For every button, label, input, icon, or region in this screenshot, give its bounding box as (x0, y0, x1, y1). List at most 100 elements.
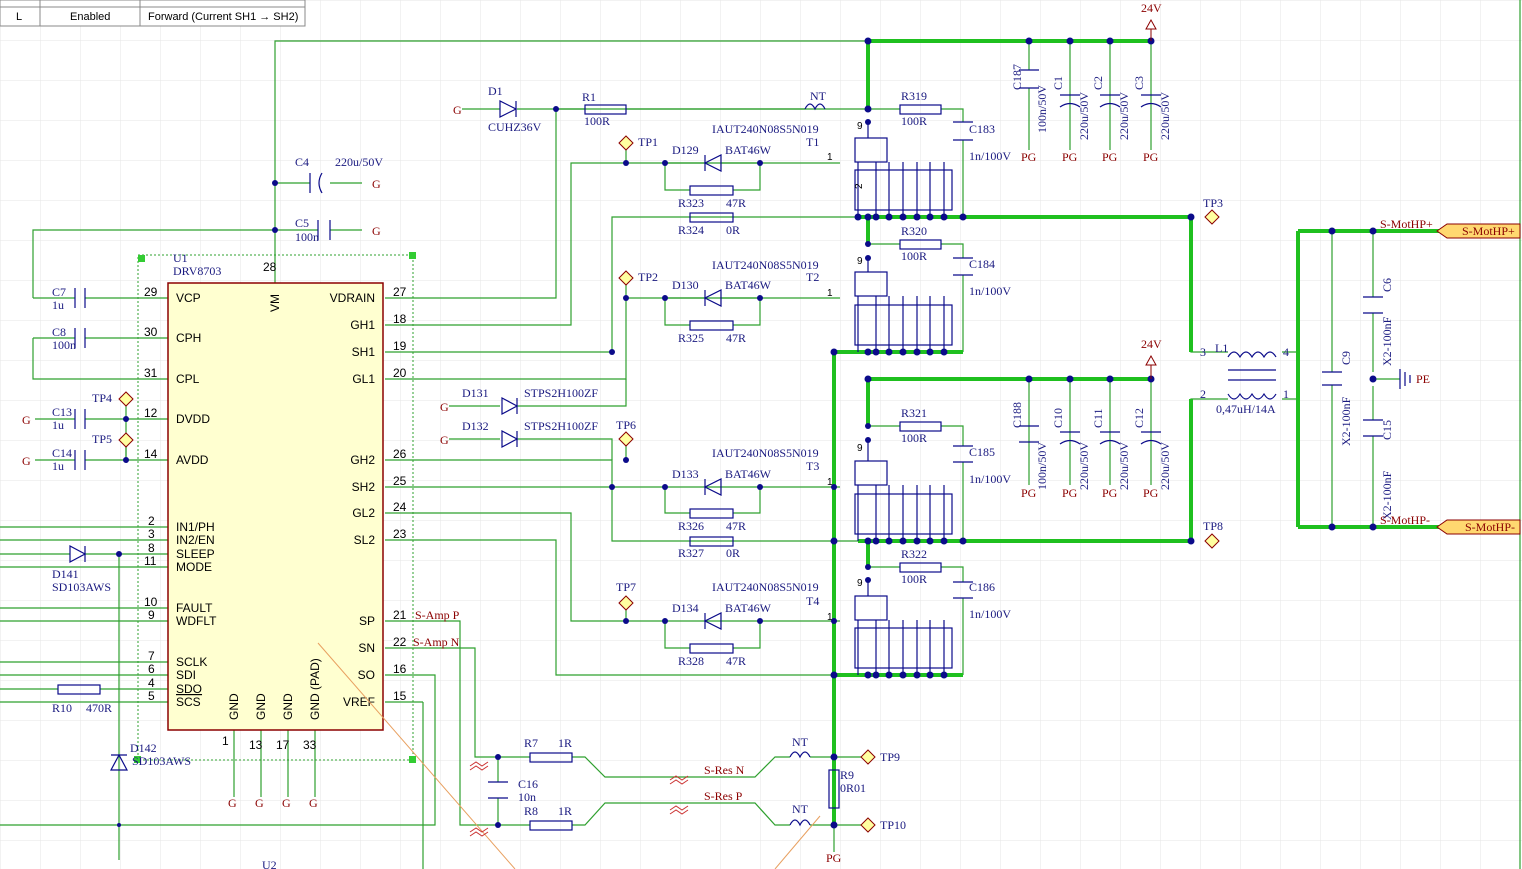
svg-text:C1: C1 (1051, 76, 1065, 90)
svg-text:BAT46W: BAT46W (725, 601, 772, 615)
svg-text:TP3: TP3 (1203, 196, 1223, 210)
svg-text:PG: PG (1143, 150, 1159, 164)
svg-text:CPL: CPL (176, 372, 200, 386)
svg-text:BAT46W: BAT46W (725, 143, 772, 157)
svg-text:470R: 470R (86, 701, 112, 715)
svg-text:0R01: 0R01 (840, 781, 866, 795)
svg-text:DVDD: DVDD (176, 412, 210, 426)
svg-text:PE: PE (1416, 372, 1430, 386)
table-cell: Enabled (70, 11, 110, 23)
svg-text:C9: C9 (1339, 351, 1353, 365)
svg-text:IAUT240N08S5N019: IAUT240N08S5N019 (712, 258, 819, 272)
svg-text:G: G (22, 413, 31, 427)
svg-text:TP8: TP8 (1203, 519, 1223, 533)
svg-text:FAULT: FAULT (176, 601, 213, 615)
svg-text:BAT46W: BAT46W (725, 467, 772, 481)
selection-handle[interactable] (409, 756, 416, 763)
svg-text:R325: R325 (678, 331, 704, 345)
svg-text:CUHZ36V: CUHZ36V (488, 120, 542, 134)
svg-text:10: 10 (144, 595, 158, 609)
svg-text:100R: 100R (901, 431, 927, 445)
svg-text:1: 1 (827, 477, 833, 488)
svg-text:C4: C4 (295, 155, 309, 169)
svg-text:GND: GND (281, 693, 295, 720)
svg-text:220u/50V: 220u/50V (1117, 92, 1131, 140)
svg-text:PG: PG (1102, 150, 1118, 164)
svg-text:1n/100V: 1n/100V (969, 284, 1011, 298)
svg-text:10n: 10n (518, 790, 536, 804)
svg-text:C188: C188 (1010, 402, 1024, 428)
svg-text:29: 29 (144, 285, 158, 299)
svg-text:R324: R324 (678, 223, 704, 237)
ic-drv8703[interactable]: U1 DRV8703 28 VM 29 VCP 30 CPH 31 CPL 12 DVD… (134, 251, 416, 763)
svg-text:SP: SP (359, 614, 375, 628)
svg-text:2: 2 (1200, 387, 1206, 401)
svg-text:D130: D130 (672, 278, 699, 292)
svg-text:U2: U2 (262, 858, 277, 869)
svg-text:S-Amp N: S-Amp N (413, 635, 460, 649)
svg-text:27: 27 (393, 285, 407, 299)
svg-text:1n/100V: 1n/100V (969, 472, 1011, 486)
svg-text:GH2: GH2 (350, 453, 375, 467)
svg-text:S-MotHP+: S-MotHP+ (1380, 217, 1433, 231)
svg-text:PG: PG (1021, 486, 1037, 500)
svg-text:NT: NT (792, 802, 809, 816)
svg-text:21: 21 (393, 608, 407, 622)
schematic-sheet[interactable]: L Enabled Forward (Current SH1 → SH2) U1… (0, 0, 1522, 869)
svg-text:SO: SO (358, 668, 375, 682)
svg-text:R9: R9 (840, 768, 854, 782)
svg-text:G: G (255, 796, 264, 810)
svg-text:PG: PG (826, 851, 842, 865)
svg-text:0R: 0R (726, 546, 740, 560)
svg-text:9: 9 (857, 121, 863, 132)
svg-text:R7: R7 (524, 736, 538, 750)
svg-text:100n/50V: 100n/50V (1035, 442, 1049, 490)
svg-text:SD103AWS: SD103AWS (52, 580, 111, 594)
svg-text:PG: PG (1102, 486, 1118, 500)
svg-text:D133: D133 (672, 467, 699, 481)
svg-text:GH1: GH1 (350, 318, 375, 332)
svg-text:TP6: TP6 (616, 418, 636, 432)
svg-text:1n/100V: 1n/100V (969, 149, 1011, 163)
selection-handle[interactable] (138, 255, 145, 262)
svg-text:NT: NT (792, 735, 809, 749)
svg-text:SL2: SL2 (354, 533, 376, 547)
svg-text:S-MotHP+: S-MotHP+ (1462, 224, 1515, 238)
svg-text:220u/50V: 220u/50V (1077, 442, 1091, 490)
svg-text:8: 8 (148, 541, 155, 555)
svg-text:C3: C3 (1132, 76, 1146, 90)
svg-text:X2-100nF: X2-100nF (1380, 316, 1394, 366)
svg-text:1n/100V: 1n/100V (969, 607, 1011, 621)
svg-text:D131: D131 (462, 386, 489, 400)
table-cell: Forward (Current SH1 → SH2) (148, 11, 298, 23)
svg-text:100R: 100R (901, 572, 927, 586)
svg-text:14: 14 (144, 447, 158, 461)
svg-text:15: 15 (393, 689, 407, 703)
svg-text:R10: R10 (52, 701, 72, 715)
svg-text:VCP: VCP (176, 291, 201, 305)
svg-text:31: 31 (144, 366, 158, 380)
svg-text:D132: D132 (462, 419, 489, 433)
svg-text:GL1: GL1 (352, 372, 375, 386)
svg-text:R320: R320 (901, 224, 927, 238)
selection-handle[interactable] (409, 252, 416, 259)
svg-text:R321: R321 (901, 406, 927, 420)
svg-text:SDO: SDO (176, 682, 202, 696)
svg-text:S-MotHP-: S-MotHP- (1465, 520, 1515, 534)
svg-text:25: 25 (393, 474, 407, 488)
svg-text:26: 26 (393, 447, 407, 461)
svg-text:PG: PG (1143, 486, 1159, 500)
svg-text:C10: C10 (1051, 408, 1065, 428)
svg-text:TP1: TP1 (638, 135, 658, 149)
svg-text:6: 6 (148, 662, 155, 676)
svg-text:R8: R8 (524, 804, 538, 818)
svg-text:11: 11 (144, 554, 157, 568)
svg-text:7: 7 (148, 649, 155, 663)
svg-text:1R: 1R (558, 804, 572, 818)
svg-text:TP4: TP4 (92, 391, 112, 405)
svg-text:R1: R1 (582, 90, 596, 104)
svg-text:C16: C16 (518, 777, 538, 791)
svg-text:100n/50V: 100n/50V (1035, 85, 1049, 133)
svg-text:C185: C185 (969, 445, 995, 459)
svg-text:20: 20 (393, 366, 407, 380)
